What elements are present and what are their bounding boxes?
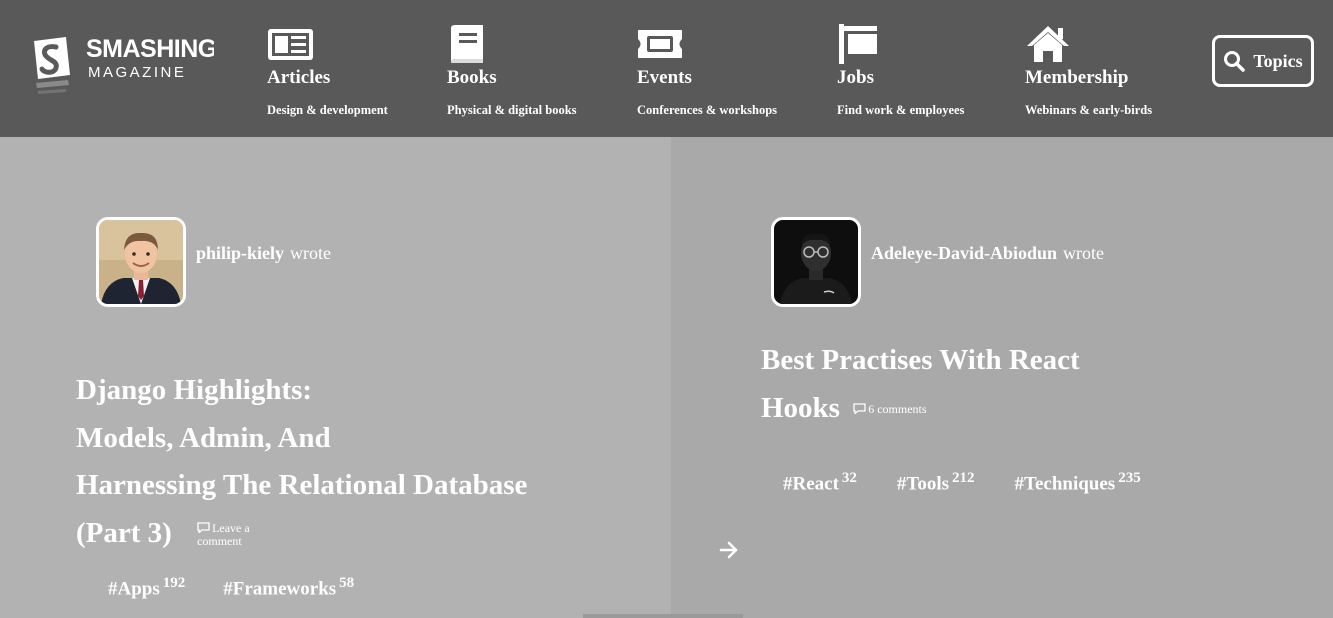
nav-articles-label: Articles (267, 67, 331, 88)
topics-label: Topics (1253, 50, 1303, 71)
title-line: Best Practises With React (761, 344, 1080, 376)
topics-button[interactable]: Topics (1212, 35, 1314, 87)
tag-name: #Apps (108, 578, 160, 600)
smashing-cat-icon (34, 37, 70, 94)
article-title: Best Practises With React Hooks 6 commen… (761, 337, 1080, 432)
nav-events[interactable]: Events Conferences & workshops (637, 24, 777, 118)
tag-count: 235 (1118, 470, 1141, 486)
site-header: SMASHING MAGAZINE Articles Design & deve… (0, 0, 1333, 137)
logo-subtitle: MAGAZINE (88, 64, 187, 81)
house-icon (1027, 26, 1069, 62)
nav-membership-subtitle: Webinars & early-birds (1025, 103, 1153, 117)
nav-events-subtitle: Conferences & workshops (637, 103, 778, 117)
scroll-indicator (583, 614, 743, 618)
next-article-button[interactable] (719, 540, 739, 565)
tag-name: #Tools (896, 473, 950, 495)
arrow-right-icon (719, 541, 738, 559)
comment-icon (853, 403, 866, 416)
title-line: Harnessing The Relational Database (76, 469, 528, 501)
tag-tools[interactable]: #Tools 212 (897, 470, 975, 495)
byline-verb: wrote (1063, 243, 1105, 263)
title-line: Django Highlights: (76, 374, 313, 406)
author-name-link[interactable]: Adeleye-David-Abiodun (871, 243, 1057, 263)
comments-text: 6 comments (868, 402, 927, 417)
nav-articles-subtitle: Design & development (267, 103, 388, 117)
tag-frameworks[interactable]: #Frameworks 58 (223, 575, 354, 600)
book-icon (451, 25, 483, 63)
tag-list: #Apps 192 #Frameworks 58 (108, 575, 354, 600)
nav-membership-label: Membership (1025, 67, 1129, 88)
title-line: (Part 3) (76, 516, 172, 549)
tag-name: #Frameworks (223, 578, 337, 600)
byline-verb: wrote (290, 243, 332, 263)
tag-react[interactable]: #React 32 (783, 470, 857, 495)
author-byline: philip-kiely wrote (196, 243, 331, 264)
tag-name: #React (783, 473, 839, 495)
search-icon (1224, 51, 1246, 72)
nav-articles[interactable]: Articles Design & development (267, 24, 388, 118)
tag-count: 32 (841, 470, 857, 486)
nav-jobs-subtitle: Find work & employees (837, 103, 965, 117)
tag-name: #Techniques (1014, 473, 1116, 495)
title-line: Hooks (761, 391, 840, 424)
nav-books-subtitle: Physical & digital books (447, 103, 577, 117)
tag-techniques[interactable]: #Techniques 235 (1015, 470, 1141, 495)
nav-jobs[interactable]: Jobs Find work & employees (837, 24, 964, 118)
author-photo (774, 220, 858, 304)
nav-books-label: Books (447, 67, 497, 88)
nav-books[interactable]: Books Physical & digital books (447, 24, 577, 118)
signpost-icon (839, 24, 877, 64)
nav-events-label: Events (637, 67, 692, 88)
article-title-link[interactable]: Django Highlights: Models, Admin, And Ha… (76, 374, 527, 549)
tag-count: 192 (162, 575, 186, 591)
author-avatar[interactable] (96, 217, 186, 307)
tag-count: 58 (339, 575, 355, 591)
nav-membership[interactable]: Membership Webinars & early-birds (1025, 24, 1152, 118)
tag-list: #React 32 #Tools 212 #Techniques 235 (783, 470, 1141, 495)
nav-jobs-label: Jobs (837, 67, 874, 88)
comments-text: Leave a (212, 520, 250, 535)
tag-apps[interactable]: #Apps 192 (108, 575, 185, 600)
author-avatar[interactable] (771, 217, 861, 307)
comments-text: comment (197, 533, 242, 548)
comment-icon (197, 522, 210, 534)
tag-count: 212 (952, 470, 975, 486)
site-logo[interactable]: SMASHING MAGAZINE (24, 32, 214, 104)
comments-link[interactable]: Leave a comment (197, 520, 250, 548)
article-title: Django Highlights: Models, Admin, And Ha… (76, 367, 527, 557)
ticket-icon (638, 30, 682, 58)
newspaper-icon (268, 29, 313, 60)
logo-wordmark: SMASHING (86, 35, 214, 63)
author-photo (99, 220, 183, 304)
comments-link[interactable]: 6 comments (853, 402, 927, 417)
author-byline: Adeleye-David-Abiodun wrote (871, 243, 1104, 264)
title-line: Models, Admin, And (76, 421, 331, 454)
author-name-link[interactable]: philip-kiely (196, 243, 284, 263)
